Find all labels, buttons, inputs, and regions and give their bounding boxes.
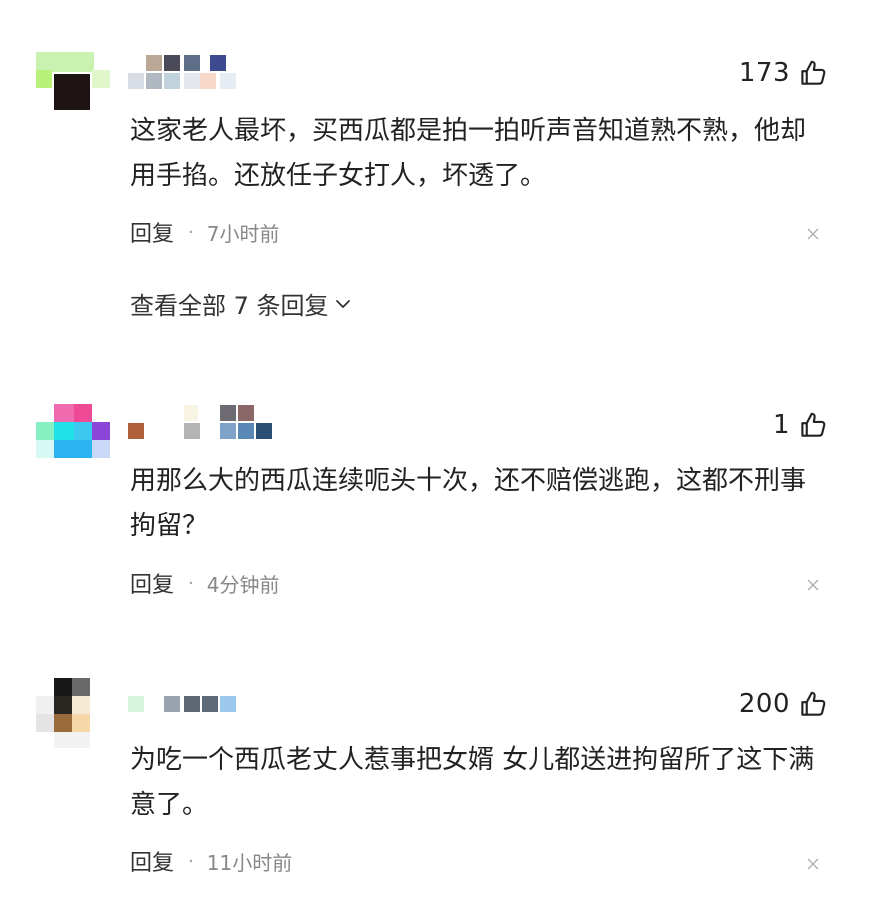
thumbs-up-icon [801,412,826,437]
like-count: 173 [738,58,790,88]
like-button[interactable]: 200 [739,684,828,724]
avatar[interactable] [36,52,110,126]
username-pixelated[interactable] [128,403,328,443]
avatar[interactable] [36,678,110,752]
meta-separator: · [188,572,194,594]
username-pixelated[interactable] [128,688,328,728]
reply-button[interactable]: 回复 [130,567,174,599]
reply-button[interactable]: 回复 [130,845,174,877]
comment-meta: 回复 · 4分钟前 [130,567,280,599]
reply-button[interactable]: 回复 [130,216,174,248]
comment-meta: 回复 · 7小时前 [130,216,280,248]
comment-time: 7小时前 [206,221,280,246]
avatar[interactable] [36,404,110,478]
comment-time: 4分钟前 [206,572,280,597]
view-all-replies-button[interactable]: 查看全部 7 条回复 [130,286,351,321]
close-icon[interactable] [806,227,820,241]
thumbs-up-icon [801,691,826,716]
like-button[interactable]: 173 [739,53,828,93]
username-pixelated[interactable] [128,55,328,95]
comment-text: 用那么大的西瓜连续呃头十次，还不赔偿逃跑，这都不刑事拘留？ [130,466,807,541]
view-all-replies-label: 查看全部 7 条回复 [130,292,329,320]
close-icon[interactable] [806,578,820,592]
meta-separator: · [188,221,194,243]
comment-time: 11小时前 [206,850,293,875]
thumbs-up-icon [801,60,826,85]
comment-text: 这家老人最坏，买西瓜都是拍一拍听声音知道熟不熟，他却用手掐。还放任子女打人，坏透… [130,116,807,191]
like-count: 1 [772,410,790,440]
like-count: 200 [738,689,790,719]
comment-meta: 回复 · 11小时前 [130,845,293,877]
like-button[interactable]: 1 [773,405,828,445]
comment-text: 为吃一个西瓜老丈人惹事把女婿 女儿都送进拘留所了这下满意了。 [130,745,815,820]
meta-separator: · [188,850,194,872]
close-icon[interactable] [806,857,820,871]
chevron-down-icon [335,299,350,308]
